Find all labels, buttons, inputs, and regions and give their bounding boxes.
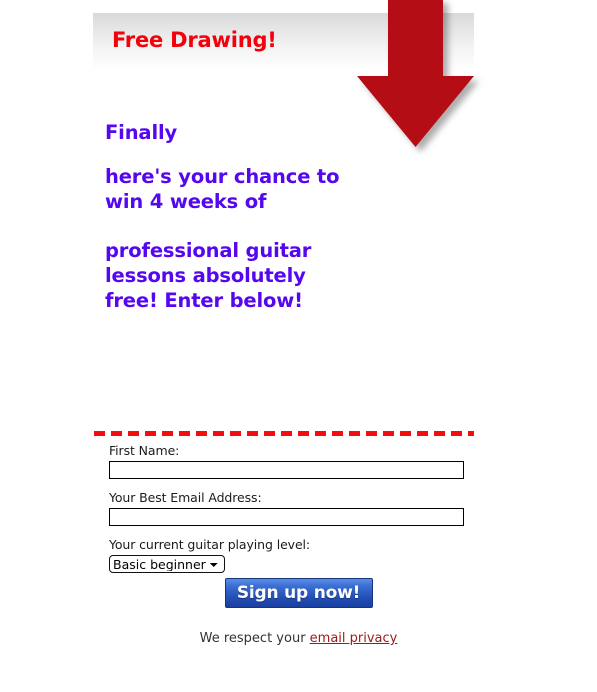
promo-line-chance: here's your chance to win 4 weeks of <box>105 165 340 213</box>
email-privacy-link[interactable]: email privacy <box>310 631 398 646</box>
promo-line-finally: Finally <box>105 121 178 144</box>
sign-up-button[interactable]: Sign up now! <box>224 578 373 608</box>
guitar-level-select[interactable]: Basic beginner <box>109 555 225 573</box>
privacy-notice-text: We respect your <box>199 631 310 646</box>
signup-form: First Name: Your Best Email Address: You… <box>109 443 469 573</box>
promo-line-lessons: professional guitar lessons absolutely f… <box>105 239 312 312</box>
first-name-label: First Name: <box>109 443 180 458</box>
privacy-notice: We respect your email privacy <box>0 631 597 646</box>
email-label: Your Best Email Address: <box>109 490 262 505</box>
email-input[interactable] <box>109 508 464 526</box>
guitar-level-label: Your current guitar playing level: <box>109 537 311 552</box>
submit-row: Sign up now! <box>0 578 597 608</box>
arrow-down-icon <box>351 0 485 156</box>
dashed-divider <box>94 431 474 436</box>
first-name-input[interactable] <box>109 461 464 479</box>
page-title: Free Drawing! <box>112 28 277 52</box>
